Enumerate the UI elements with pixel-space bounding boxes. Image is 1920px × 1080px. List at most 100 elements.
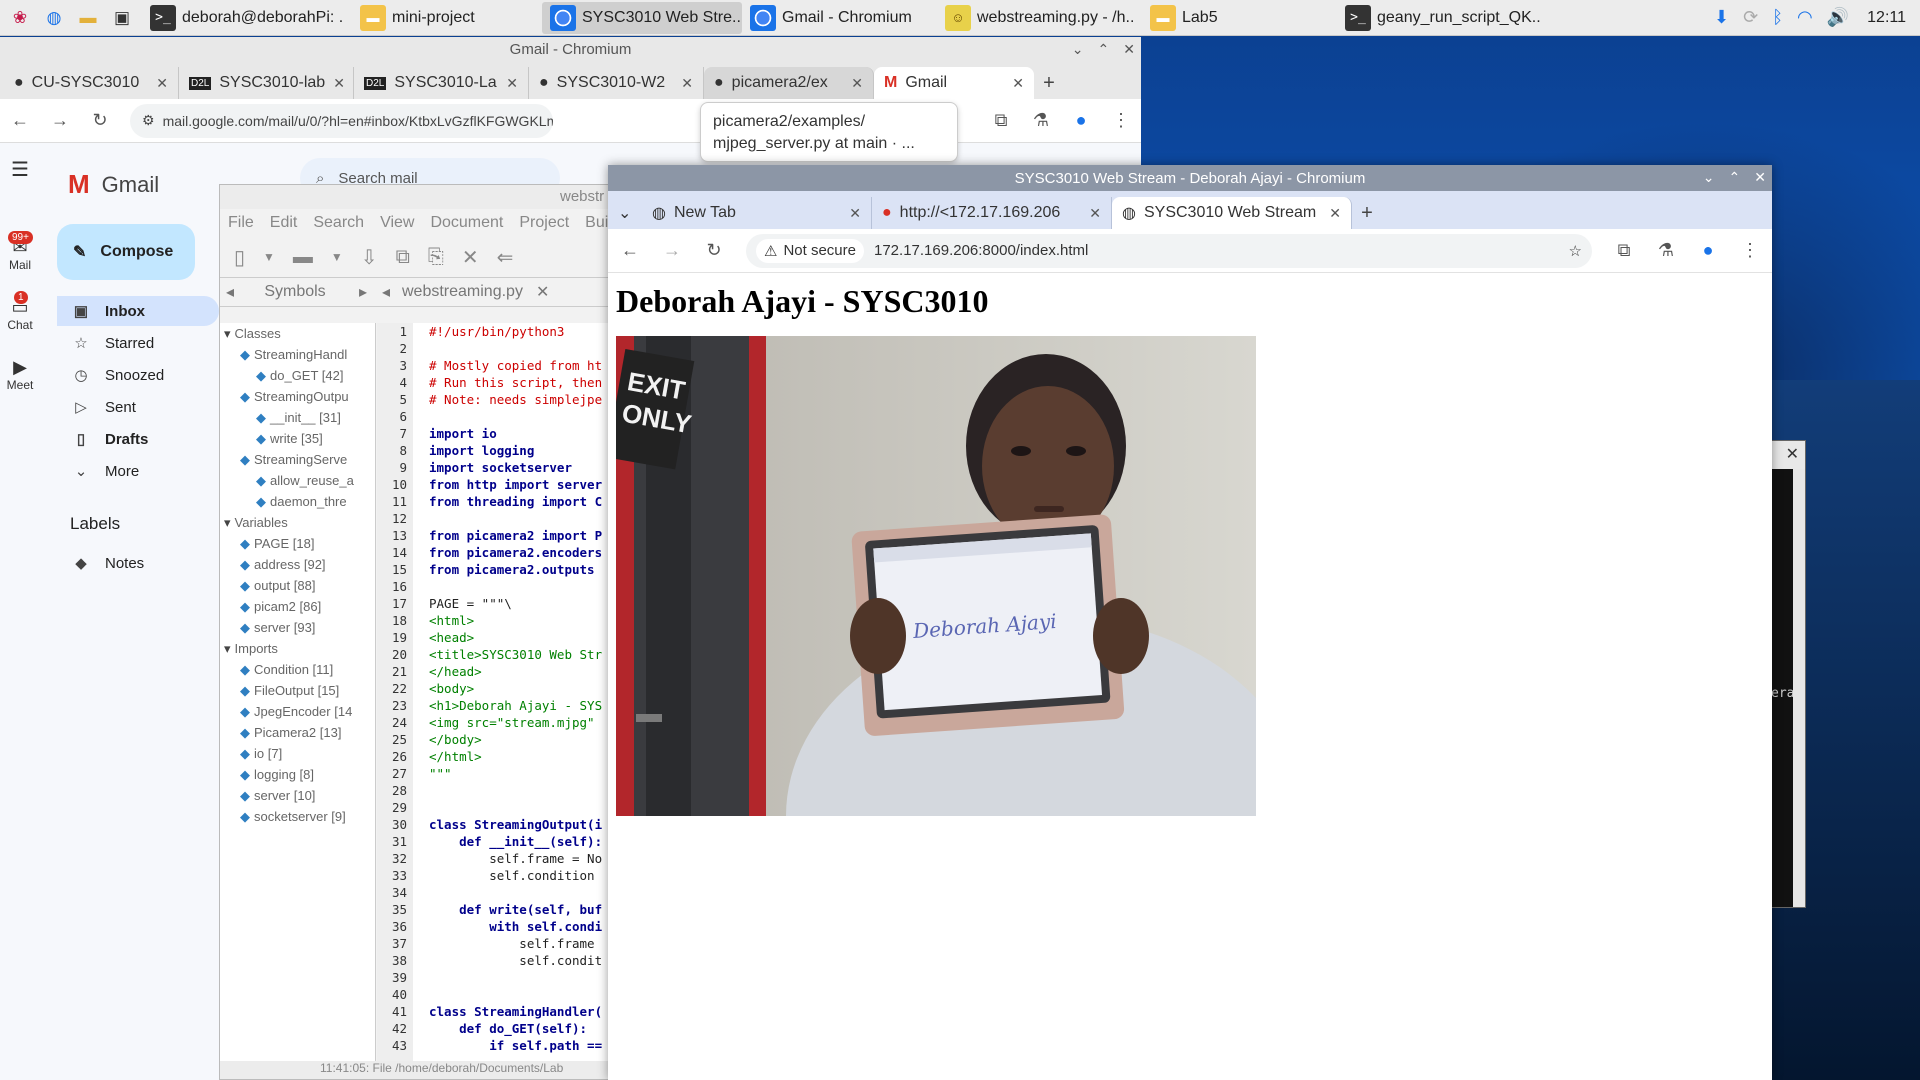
volume-icon[interactable]: 🔊 <box>1827 7 1849 28</box>
symbol-tree-item[interactable]: ◆ StreamingHandl <box>220 344 375 365</box>
browser-tab[interactable]: ◍ New Tab ✕ <box>642 197 872 229</box>
rail-meet[interactable]: ▶ Meet <box>0 357 40 392</box>
taskbar-task-mini-project[interactable]: ▬ mini-project <box>352 2 542 34</box>
symbol-tree-item[interactable]: ◆ socketserver [9] <box>220 806 375 827</box>
tab-search-icon[interactable]: ⌄ <box>614 197 642 229</box>
nav-sent[interactable]: ▷ Sent <box>57 392 219 422</box>
back-icon[interactable]: ⇐ <box>497 245 514 270</box>
nav-starred[interactable]: ☆ Starred <box>57 328 219 358</box>
file-manager-launcher-icon[interactable]: ▬ <box>74 4 102 32</box>
taskbar-task-geany[interactable]: ☺ webstreaming.py - /h.. <box>937 2 1142 34</box>
symbol-tree-item[interactable]: ◆ JpegEncoder [14 <box>220 701 375 722</box>
address-bar[interactable]: ⚠ Not secure 172.17.169.206:8000/index.h… <box>746 233 1592 268</box>
close-tab-icon[interactable]: ✕ <box>851 75 863 92</box>
taskbar-task-stream-browser[interactable]: SYSC3010 Web Stre.. <box>542 1 742 34</box>
wifi-icon[interactable]: ◠ <box>1797 7 1813 28</box>
forward-icon[interactable]: → <box>50 110 70 131</box>
browser-launcher-icon[interactable]: ◍ <box>40 4 68 32</box>
close-icon[interactable]: ✕ <box>1123 41 1135 58</box>
terminal-scrollbar[interactable] <box>1793 469 1805 907</box>
menu-project[interactable]: Project <box>519 214 569 232</box>
close-tab-icon[interactable]: ✕ <box>1012 75 1024 92</box>
menu-edit[interactable]: Edit <box>270 214 298 232</box>
browser-tab-active[interactable]: M Gmail ✕ <box>874 67 1034 99</box>
taskbar-task-gmail[interactable]: Gmail - Chromium <box>742 2 937 34</box>
menu-file[interactable]: File <box>228 214 254 232</box>
maximize-icon[interactable]: ⌃ <box>1729 169 1741 186</box>
close-tab-icon[interactable]: ✕ <box>1329 205 1341 222</box>
dropdown-icon[interactable]: ▼ <box>263 250 275 264</box>
forward-icon[interactable]: → <box>662 240 682 261</box>
symbol-tree-item[interactable]: ◆ Picamera2 [13] <box>220 722 375 743</box>
symbol-tree-item[interactable]: ◆ FileOutput [15] <box>220 680 375 701</box>
extensions-icon[interactable]: ⧉ <box>1614 240 1634 261</box>
symbol-tree-item[interactable]: ◆ write [35] <box>220 428 375 449</box>
symbol-tree-item[interactable]: ◆ StreamingOutpu <box>220 386 375 407</box>
back-icon[interactable]: ← <box>620 240 640 261</box>
bookmark-star-icon[interactable]: ☆ <box>1569 242 1582 260</box>
dropdown-icon[interactable]: ▼ <box>331 250 343 264</box>
code-editor[interactable]: 1 2 3 4 5 6 7 8 9 10 11 12 13 14 15 16 17 18 19 20 21 22 23 24 2… <box>377 323 618 1063</box>
profile-icon[interactable]: ● <box>1698 240 1718 261</box>
labs-icon[interactable]: ⚗ <box>1031 110 1051 131</box>
symbol-tree-item[interactable]: ◆ address [92] <box>220 554 375 575</box>
new-tab-icon[interactable]: + <box>1352 197 1382 229</box>
doc-tab-scroll-icon[interactable]: ◂ <box>376 282 396 302</box>
profile-icon[interactable]: ● <box>1071 110 1091 131</box>
browser-tab[interactable]: ● picamera2/ex ✕ <box>704 67 874 99</box>
window-titlebar[interactable]: SYSC3010 Web Stream - Deborah Ajayi - Ch… <box>608 165 1772 191</box>
raspberry-menu-icon[interactable]: ❀ <box>6 4 34 32</box>
terminal-launcher-icon[interactable]: ▣ <box>108 4 136 32</box>
close-file-icon[interactable]: ✕ <box>462 245 479 270</box>
symbol-tree-item[interactable]: ◆ Condition [11] <box>220 659 375 680</box>
symbol-tree-item[interactable]: ◆ io [7] <box>220 743 375 764</box>
minimize-icon[interactable]: ⌄ <box>1072 41 1084 58</box>
compose-button[interactable]: ✎ Compose <box>57 224 195 280</box>
back-icon[interactable]: ← <box>10 110 30 131</box>
rail-chat[interactable]: ▭ Chat 1 <box>0 291 40 332</box>
nav-more[interactable]: ⌄ More <box>57 456 219 486</box>
browser-tab[interactable]: D2L SYSC3010-La ✕ <box>354 67 529 99</box>
sync-icon[interactable]: ⟳ <box>1743 7 1758 28</box>
revert-icon[interactable]: ⎘ <box>428 246 444 269</box>
nav-snoozed[interactable]: ◷ Snoozed <box>57 360 219 390</box>
symbol-tree-item[interactable]: ◆ server [10] <box>220 785 375 806</box>
browser-tab[interactable]: ● CU-SYSC3010 ✕ <box>4 67 179 99</box>
clock[interactable]: 12:11 <box>1867 9 1906 27</box>
symbol-tree-item[interactable]: ▾ Imports <box>220 638 375 659</box>
symbol-tree-item[interactable]: ◆ daemon_thre <box>220 491 375 512</box>
open-file-icon[interactable]: ▬ <box>293 246 313 269</box>
maximize-icon[interactable]: ⌃ <box>1098 41 1110 58</box>
reload-icon[interactable]: ↻ <box>90 110 110 131</box>
menu-view[interactable]: View <box>380 214 414 232</box>
nav-inbox[interactable]: ▣ Inbox <box>57 296 219 326</box>
address-bar[interactable]: ⚙ mail.google.com/mail/u/0/?hl=en#inbox/… <box>130 103 553 138</box>
symbol-tree-item[interactable]: ◆ __init__ [31] <box>220 407 375 428</box>
tab-symbols[interactable]: Symbols <box>240 283 350 301</box>
symbol-tree-item[interactable]: ◆ PAGE [18] <box>220 533 375 554</box>
tab-webstreaming[interactable]: webstreaming.py <box>396 283 536 301</box>
menu-document[interactable]: Document <box>430 214 503 232</box>
close-tab-icon[interactable]: ✕ <box>681 75 693 92</box>
save-icon[interactable]: ⇩ <box>361 245 378 270</box>
browser-tab[interactable]: ● http://<172.17.169.206 ✕ <box>872 197 1112 229</box>
window-title[interactable]: webstr <box>220 185 618 209</box>
tab-scroll-left-icon[interactable]: ◂ <box>220 282 240 302</box>
site-info-icon[interactable]: ⚙ <box>142 112 155 129</box>
taskbar-task-geany-run-script[interactable]: >_ geany_run_script_QK.. <box>1337 2 1562 34</box>
close-icon[interactable]: ✕ <box>1754 169 1766 186</box>
symbol-tree-item[interactable]: ◆ do_GET [42] <box>220 365 375 386</box>
rail-mail[interactable]: ✉ Mail 99+ <box>0 231 40 272</box>
not-secure-chip[interactable]: ⚠ Not secure <box>756 238 864 263</box>
close-tab-icon[interactable]: ✕ <box>333 75 345 92</box>
symbol-tree-item[interactable]: ◆ allow_reuse_a <box>220 470 375 491</box>
symbol-tree-item[interactable]: ◆ StreamingServe <box>220 449 375 470</box>
taskbar-task-terminal[interactable]: >_ deborah@deborahPi: . <box>142 2 352 34</box>
tab-scroll-right-icon[interactable]: ▸ <box>350 282 376 302</box>
labs-icon[interactable]: ⚗ <box>1656 240 1676 261</box>
close-tab-icon[interactable]: ✕ <box>506 75 518 92</box>
symbol-tree-item[interactable]: ◆ logging [8] <box>220 764 375 785</box>
symbol-tree-item[interactable]: ◆ output [88] <box>220 575 375 596</box>
symbol-tree-item[interactable]: ▾ Classes <box>220 323 375 344</box>
browser-tab[interactable]: ● SYSC3010-W2 ✕ <box>529 67 704 99</box>
